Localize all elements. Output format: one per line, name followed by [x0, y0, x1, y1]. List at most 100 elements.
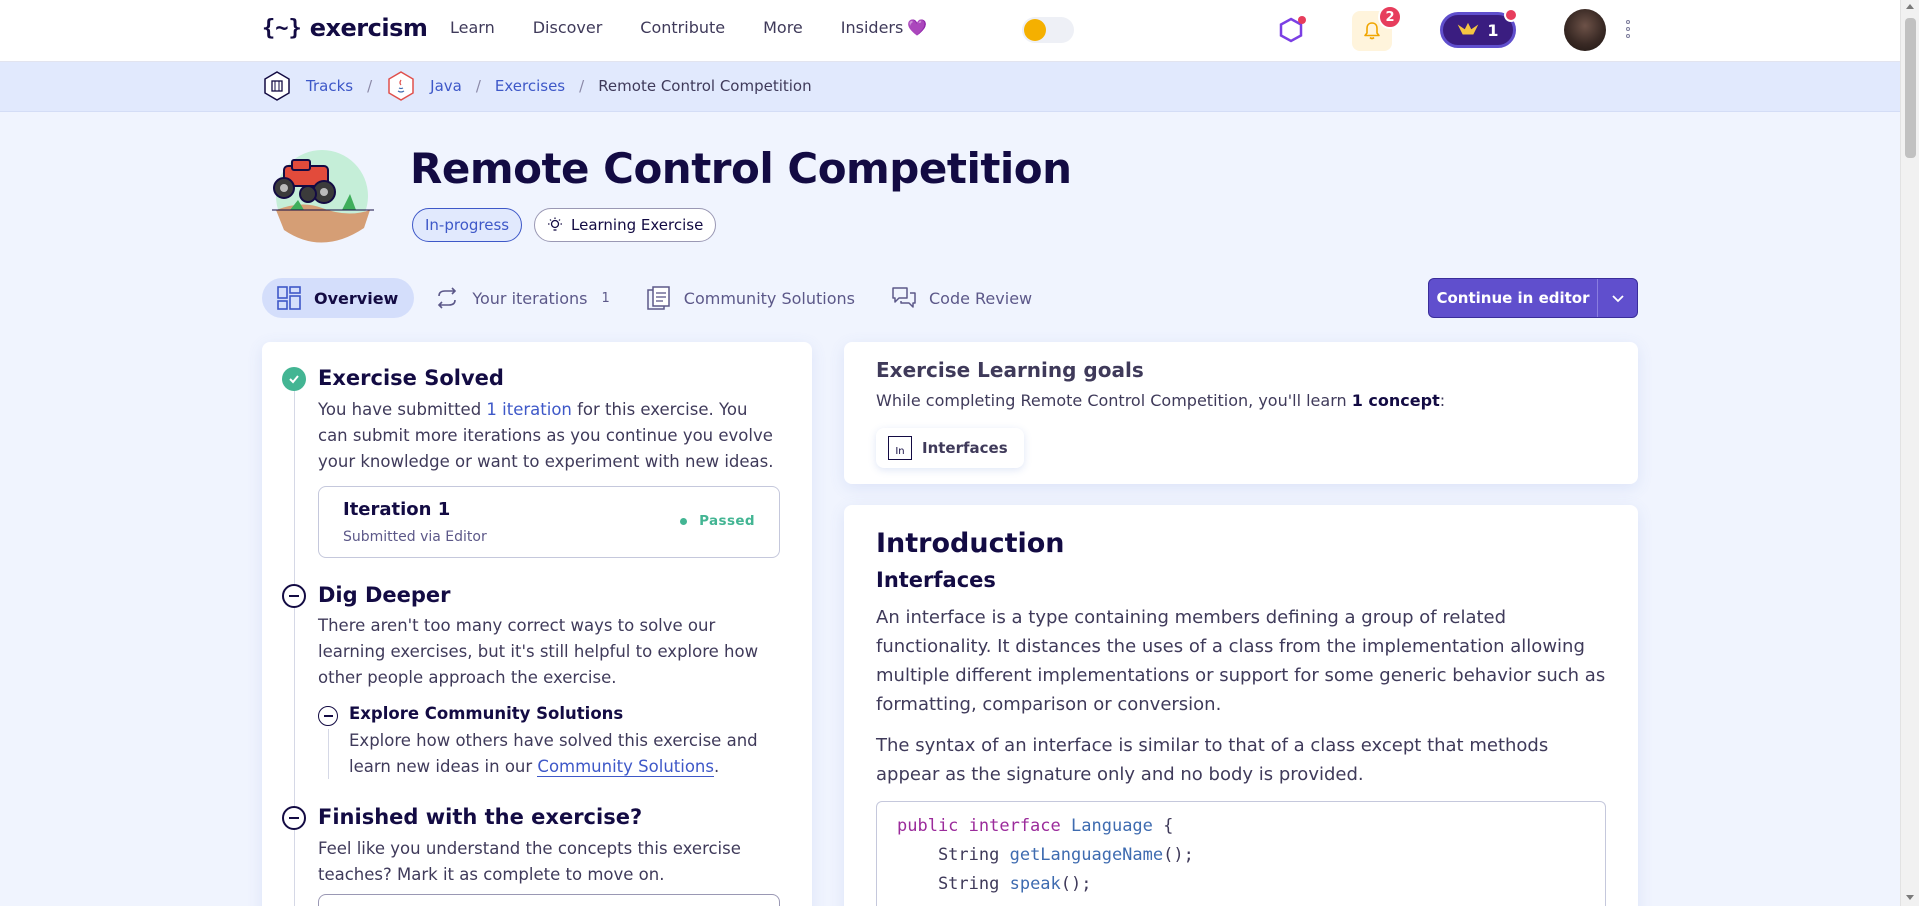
explore-text-after: .: [713, 757, 720, 776]
step-dig-deeper-title: Dig Deeper: [318, 583, 451, 607]
page-scrollbar[interactable]: [1900, 0, 1919, 906]
code-punct: ();: [1163, 845, 1194, 865]
exercise-tabs: Overview Your iterations 1 Community Sol…: [262, 278, 1048, 318]
tracks-icon: [262, 70, 292, 102]
scroll-down-icon[interactable]: [1906, 895, 1914, 900]
mark-complete-button[interactable]: [318, 894, 780, 906]
solved-text-before: You have submitted: [318, 400, 487, 419]
exercism-logo[interactable]: {~} exercism: [262, 14, 428, 42]
tab-overview[interactable]: Overview: [262, 278, 415, 318]
code-punct: {: [1152, 816, 1174, 836]
chevron-down-icon: [1611, 295, 1624, 303]
exercise-type-badge: Learning Exercise: [534, 208, 717, 242]
introduction-paragraph-2: The syntax of an interface is similar to…: [876, 735, 1549, 785]
goals-text-after: :: [1439, 391, 1446, 410]
step-finished-text: Feel like you understand the concepts th…: [318, 839, 741, 884]
scrollbar-thumb[interactable]: [1905, 18, 1916, 158]
theme-toggle[interactable]: [1022, 17, 1074, 43]
iteration-link[interactable]: 1 iteration: [486, 400, 571, 419]
reputation-indicator-dot: [1504, 8, 1518, 22]
explore-community-solutions-title: Explore Community Solutions: [349, 704, 624, 723]
learning-goals-text: While completing Remote Control Competit…: [876, 391, 1445, 410]
main-nav-links: Learn Discover Contribute More Insiders 💜: [450, 18, 927, 37]
code-line-1: public interface Language {: [897, 816, 1173, 836]
reputation-icon: [1458, 22, 1479, 35]
overview-icon: [277, 286, 301, 310]
step-dig-deeper-text: There aren't too many correct ways to so…: [318, 616, 759, 687]
code-method: speak: [1009, 874, 1061, 894]
status-badge: In-progress: [412, 208, 523, 242]
breadcrumb-current: Remote Control Competition: [598, 77, 812, 95]
explore-community-solutions-text: Explore how others have solved this exer…: [349, 728, 769, 780]
exercise-illustration-icon: [272, 150, 374, 243]
tab-code-review-label: Code Review: [928, 288, 1033, 308]
nav-learn[interactable]: Learn: [450, 18, 495, 37]
iterations-icon: [438, 287, 457, 309]
step-exercise-solved-title: Exercise Solved: [318, 366, 504, 390]
check-icon: [282, 367, 306, 391]
breadcrumb-exercises[interactable]: Exercises: [495, 77, 565, 95]
interfaces-concept-icon: In: [888, 436, 912, 460]
iteration-subtitle: Submitted via Editor: [343, 529, 487, 545]
nav-discover[interactable]: Discover: [533, 18, 603, 37]
breadcrumb-separator: /: [367, 77, 373, 95]
community-solutions-link[interactable]: Community Solutions: [537, 757, 714, 777]
nav-insiders-label: Insiders: [840, 18, 904, 37]
continue-in-editor-button[interactable]: Continue in editor: [1428, 278, 1638, 318]
logo-mark: {~}: [262, 15, 302, 41]
concept-interfaces-chip[interactable]: In Interfaces: [876, 428, 1024, 468]
minus-circle-icon[interactable]: [318, 706, 338, 726]
nav-insiders[interactable]: Insiders 💜: [841, 18, 927, 37]
journey-indicator-dot: [1298, 16, 1306, 24]
step-exercise-solved-text: You have submitted 1 iteration for this …: [318, 397, 782, 475]
tab-code-review[interactable]: Code Review: [877, 278, 1048, 318]
heart-icon: 💜: [907, 18, 928, 37]
code-line-3: String speak();: [897, 874, 1092, 894]
exercise-type-label: Learning Exercise: [571, 216, 704, 234]
minus-circle-icon[interactable]: [282, 806, 306, 830]
breadcrumb-separator: /: [579, 77, 585, 95]
nav-more[interactable]: More: [763, 18, 803, 37]
breadcrumb-java[interactable]: Java: [430, 77, 462, 95]
tab-overview-label: Overview: [314, 288, 399, 308]
code-keyword: public interface: [897, 816, 1061, 836]
step-finished-title: Finished with the exercise?: [318, 805, 643, 829]
reputation-value: 1: [1487, 20, 1499, 40]
page-title: Remote Control Competition: [410, 144, 1072, 193]
code-type: String: [897, 874, 1010, 894]
breadcrumb-tracks[interactable]: Tracks: [306, 77, 353, 95]
breadcrumb-separator: /: [475, 77, 481, 95]
interfaces-heading: Interfaces: [876, 568, 996, 592]
iteration-status-label: Passed: [699, 513, 755, 529]
minus-circle-icon[interactable]: [282, 584, 306, 608]
concept-label: Interfaces: [922, 439, 1008, 457]
user-avatar[interactable]: [1564, 9, 1606, 51]
code-type: String: [897, 845, 1010, 865]
continue-in-editor-label[interactable]: Continue in editor: [1429, 279, 1597, 317]
introduction-paragraph-1: An interface is a type containing member…: [876, 607, 1606, 715]
iteration-status: Passed: [680, 513, 755, 529]
goals-concept-count: 1 concept: [1351, 391, 1440, 410]
tab-community-solutions-label: Community Solutions: [683, 288, 855, 308]
code-type: Language: [1071, 816, 1153, 836]
nav-contribute[interactable]: Contribute: [640, 18, 725, 37]
iteration-card[interactable]: Iteration 1 Submitted via Editor Passed: [318, 486, 780, 558]
status-dot-icon: [680, 517, 688, 525]
code-review-icon: [892, 287, 916, 308]
code-punct: ();: [1060, 874, 1092, 894]
breadcrumb-bar: Tracks / Java / Exercises / Remote Contr…: [0, 62, 1900, 112]
tab-your-iterations-label: Your iterations: [472, 288, 588, 308]
tab-your-iterations[interactable]: Your iterations 1: [420, 278, 625, 318]
more-options-icon[interactable]: [1626, 20, 1630, 38]
logo-text: exercism: [309, 14, 428, 42]
iteration-title: Iteration 1: [343, 499, 451, 520]
java-track-icon: [386, 70, 416, 102]
community-solutions-icon: [647, 286, 670, 310]
introduction-heading: Introduction: [876, 528, 1065, 559]
continue-options-dropdown[interactable]: [1597, 279, 1637, 317]
bell-icon: [1364, 22, 1380, 40]
scroll-up-icon[interactable]: [1906, 4, 1914, 9]
tab-community-solutions[interactable]: Community Solutions: [632, 278, 871, 318]
goals-text-before: While completing Remote Control Competit…: [876, 391, 1352, 410]
breadcrumb: Tracks / Java / Exercises / Remote Contr…: [262, 70, 812, 102]
